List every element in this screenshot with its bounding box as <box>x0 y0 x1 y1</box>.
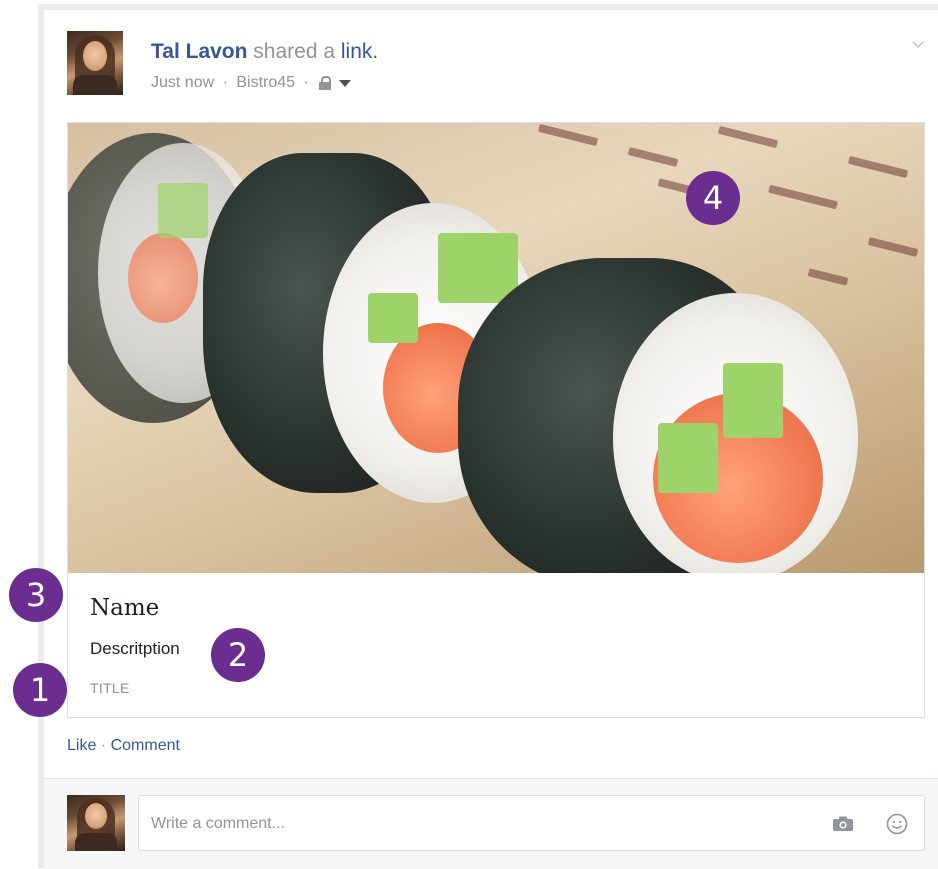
timestamp[interactable]: Just now <box>151 74 214 92</box>
action-separator: · <box>96 737 111 754</box>
lock-icon[interactable] <box>319 76 332 90</box>
author-name-link[interactable]: Tal Lavon <box>151 40 247 63</box>
shared-link[interactable]: link. <box>341 40 378 63</box>
chevron-down-icon[interactable] <box>911 38 925 52</box>
meta-separator: · <box>218 74 233 91</box>
emoji-icon[interactable] <box>886 813 908 835</box>
preview-title: TITLE <box>90 680 130 696</box>
comment-box[interactable] <box>138 795 925 852</box>
page-gutter <box>0 0 38 868</box>
annotation-badge-2: 2 <box>211 628 265 682</box>
location-link[interactable]: Bistro45 <box>236 74 295 92</box>
comment-link[interactable]: Comment <box>111 737 180 754</box>
post-actions: Like · Comment <box>67 737 180 755</box>
like-link[interactable]: Like <box>67 737 96 754</box>
meta-separator: · <box>299 74 314 91</box>
preview-name[interactable]: Name <box>90 595 159 621</box>
preview-description: Descritption <box>90 639 180 658</box>
link-preview-card[interactable]: Name Descritption TITLE <box>67 122 925 718</box>
commenter-avatar <box>67 795 125 851</box>
annotation-badge-3: 3 <box>9 568 63 622</box>
post-meta: Just now · Bistro45 · <box>151 74 352 92</box>
post-header: Tal Lavon shared a link. <box>151 40 378 64</box>
author-avatar[interactable] <box>67 31 123 95</box>
comment-input[interactable] <box>149 796 813 852</box>
camera-icon[interactable] <box>832 816 854 832</box>
annotation-badge-1: 1 <box>13 663 67 717</box>
annotation-badge-4: 4 <box>686 171 740 225</box>
caret-down-icon[interactable] <box>339 79 352 87</box>
sushi-photo[interactable] <box>68 123 924 573</box>
action-text: shared a <box>247 40 341 63</box>
